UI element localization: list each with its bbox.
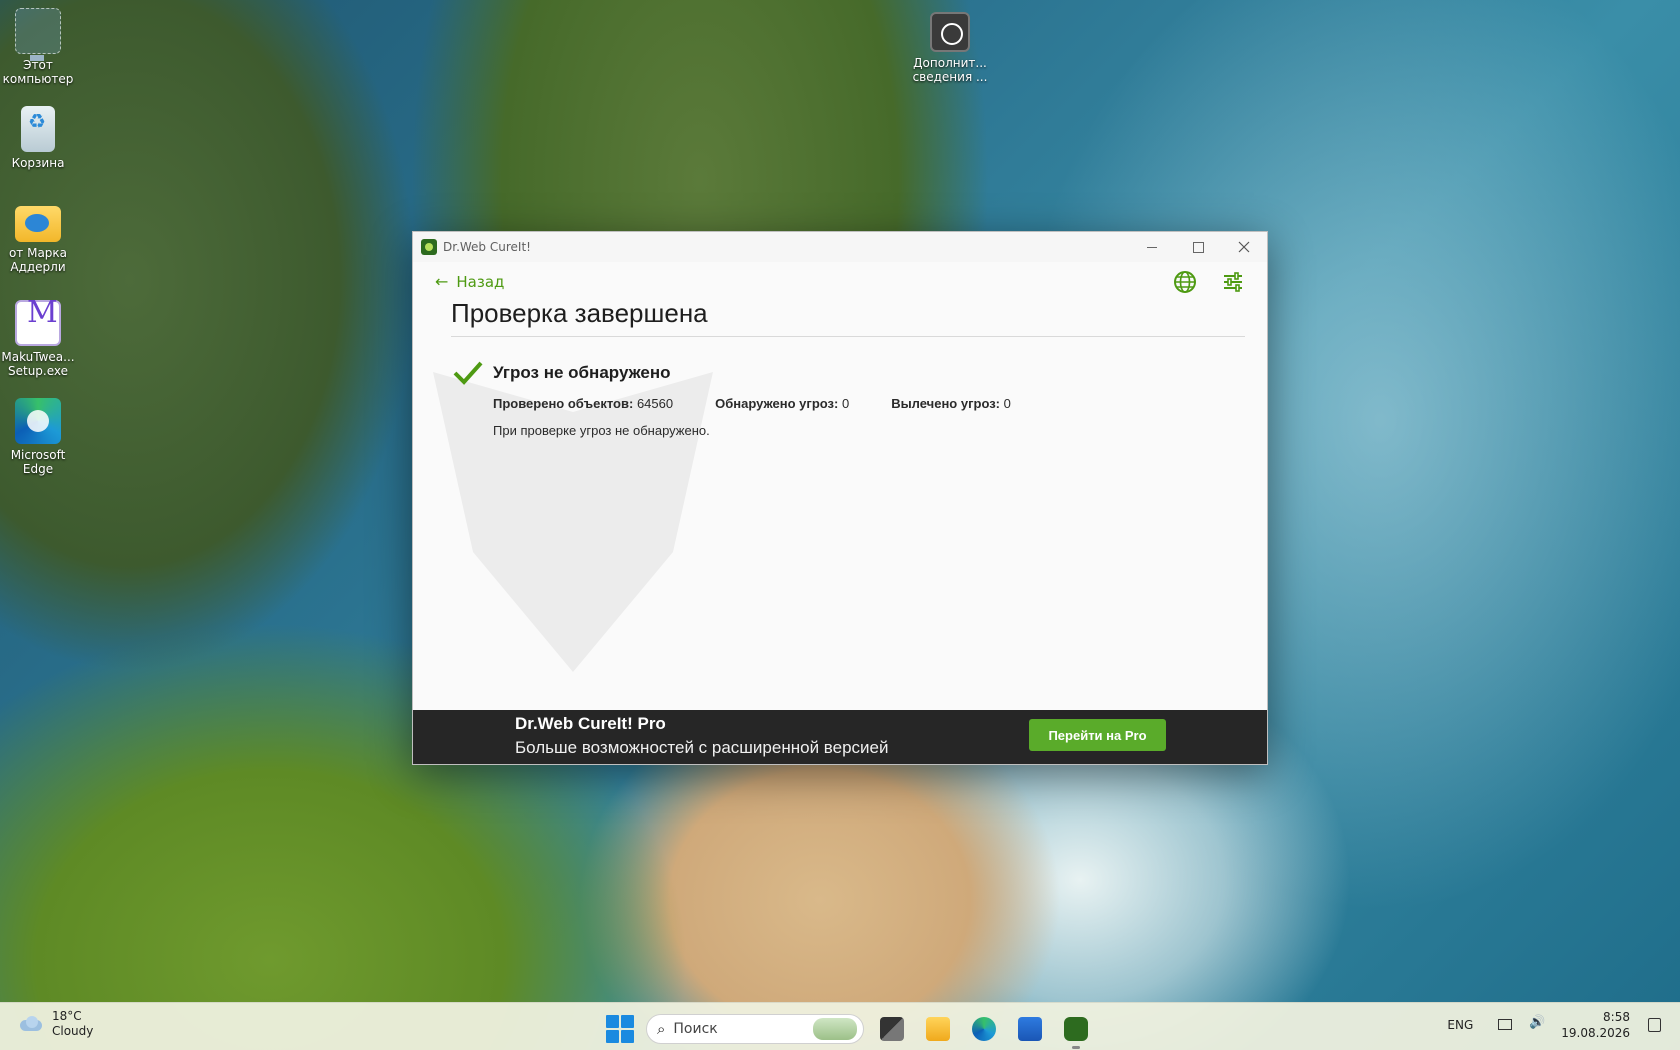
stat-value: 0 bbox=[1003, 396, 1011, 411]
volume-icon[interactable] bbox=[1529, 1015, 1545, 1033]
back-button[interactable]: ← Назад bbox=[435, 272, 504, 291]
desktop-icon-label: Этот компьютер bbox=[2, 58, 74, 86]
desktop-icon-this-pc[interactable]: Этот компьютер bbox=[0, 8, 76, 86]
search-placeholder: Поиск bbox=[673, 1021, 718, 1037]
checkmark-icon bbox=[453, 361, 483, 385]
network-icon[interactable] bbox=[1497, 1017, 1513, 1033]
arrow-left-icon: ← bbox=[435, 272, 449, 291]
computer-icon bbox=[15, 8, 61, 61]
system-tray: ENG 8:58 19.08.2026 bbox=[1447, 1009, 1662, 1041]
go-pro-button[interactable]: Перейти на Pro bbox=[1029, 719, 1166, 751]
desktop-icon-makutweaker[interactable]: MakuTwea... Setup.exe bbox=[0, 300, 76, 378]
recycle-bin-icon bbox=[21, 106, 55, 152]
desktop-icon-label: Корзина bbox=[11, 156, 65, 170]
settings-button[interactable] bbox=[1219, 268, 1247, 296]
drweb-logo-icon bbox=[421, 239, 437, 255]
taskbar-drweb[interactable] bbox=[1058, 1011, 1094, 1049]
desktop-icon-label: Дополнит... сведения ... bbox=[912, 56, 988, 84]
close-icon bbox=[1238, 241, 1250, 253]
desktop-icon-label: MakuTwea... Setup.exe bbox=[1, 350, 75, 378]
taskbar: 18°C Cloudy ⌕ Поиск ENG 8:58 19.08.2026 bbox=[0, 1002, 1680, 1050]
scan-stats: Проверено объектов: 64560 Обнаружено угр… bbox=[493, 396, 1011, 411]
makutweaker-icon bbox=[15, 300, 61, 346]
notifications-icon[interactable] bbox=[1646, 1017, 1662, 1033]
stat-value: 64560 bbox=[636, 396, 674, 411]
task-view-icon bbox=[880, 1017, 904, 1041]
stat-cured: Вылечено угроз: 0 bbox=[891, 396, 1011, 411]
divider bbox=[451, 336, 1245, 337]
edge-icon bbox=[15, 398, 61, 444]
clock[interactable]: 8:58 19.08.2026 bbox=[1561, 1009, 1630, 1041]
desktop-icon-additional-info[interactable]: Дополнит... сведения ... bbox=[912, 12, 988, 84]
page-title: Проверка завершена bbox=[451, 298, 708, 328]
taskbar-store[interactable] bbox=[1012, 1011, 1048, 1047]
taskbar-task-view[interactable] bbox=[874, 1011, 910, 1047]
title-bar[interactable]: Dr.Web CureIt! bbox=[413, 232, 1267, 262]
clock-date: 19.08.2026 bbox=[1561, 1026, 1630, 1040]
stat-label: Вылечено угроз: bbox=[891, 396, 1000, 411]
desktop-icon-label: Microsoft Edge bbox=[10, 448, 66, 476]
globe-icon bbox=[1174, 271, 1196, 293]
pro-promo-banner: Dr.Web CureIt! Pro Больше возможностей с… bbox=[413, 710, 1267, 764]
stat-found: Обнаружено угроз: 0 bbox=[715, 396, 849, 411]
language-button[interactable] bbox=[1171, 268, 1199, 296]
stat-value: 0 bbox=[841, 396, 850, 411]
maximize-button[interactable] bbox=[1175, 232, 1221, 262]
taskbar-edge[interactable] bbox=[966, 1011, 1002, 1047]
stat-checked: Проверено объектов: 64560 bbox=[493, 396, 673, 411]
promo-subtitle: Больше возможностей с расширенной версие… bbox=[515, 738, 889, 757]
result-text: Угроз не обнаружено bbox=[493, 363, 671, 382]
promo-title: Dr.Web CureIt! Pro bbox=[515, 714, 666, 733]
file-explorer-icon bbox=[926, 1017, 950, 1041]
taskbar-file-explorer[interactable] bbox=[920, 1011, 956, 1047]
minimize-button[interactable] bbox=[1129, 232, 1175, 262]
info-icon bbox=[930, 12, 970, 52]
desktop-icon-folder[interactable]: от Марка Аддерли bbox=[0, 198, 76, 274]
weather-temp: 18°C bbox=[52, 1009, 82, 1023]
sliders-icon bbox=[1224, 272, 1242, 292]
scan-result: Угроз не обнаружено bbox=[453, 360, 671, 386]
search-icon: ⌕ bbox=[657, 1020, 666, 1038]
window-title: Dr.Web CureIt! bbox=[443, 240, 531, 254]
start-button[interactable] bbox=[604, 1013, 636, 1045]
store-icon bbox=[1018, 1017, 1042, 1041]
clock-time: 8:58 bbox=[1603, 1010, 1630, 1024]
cloud-icon bbox=[18, 1016, 44, 1032]
stat-label: Обнаружено угроз: bbox=[715, 396, 839, 411]
drweb-icon bbox=[1064, 1017, 1088, 1041]
taskbar-search[interactable]: ⌕ Поиск bbox=[646, 1014, 864, 1044]
desktop-icon-label: от Марка Аддерли bbox=[8, 246, 68, 274]
weather-condition: Cloudy bbox=[52, 1024, 94, 1038]
back-label: Назад bbox=[456, 272, 505, 291]
language-indicator[interactable]: ENG bbox=[1447, 1018, 1473, 1032]
edge-icon bbox=[972, 1017, 996, 1041]
stat-label: Проверено объектов: bbox=[493, 396, 634, 411]
search-highlight-image bbox=[813, 1018, 857, 1040]
folder-icon bbox=[15, 206, 61, 242]
desktop-icon-recycle-bin[interactable]: Корзина bbox=[0, 106, 76, 170]
close-button[interactable] bbox=[1221, 232, 1267, 262]
scan-note: При проверке угроз не обнаружено. bbox=[493, 423, 710, 438]
weather-widget[interactable]: 18°C Cloudy bbox=[18, 1009, 93, 1039]
drweb-window: Dr.Web CureIt! ← Назад Проверка завершен… bbox=[412, 231, 1268, 765]
desktop-icon-edge[interactable]: Microsoft Edge bbox=[0, 398, 76, 476]
